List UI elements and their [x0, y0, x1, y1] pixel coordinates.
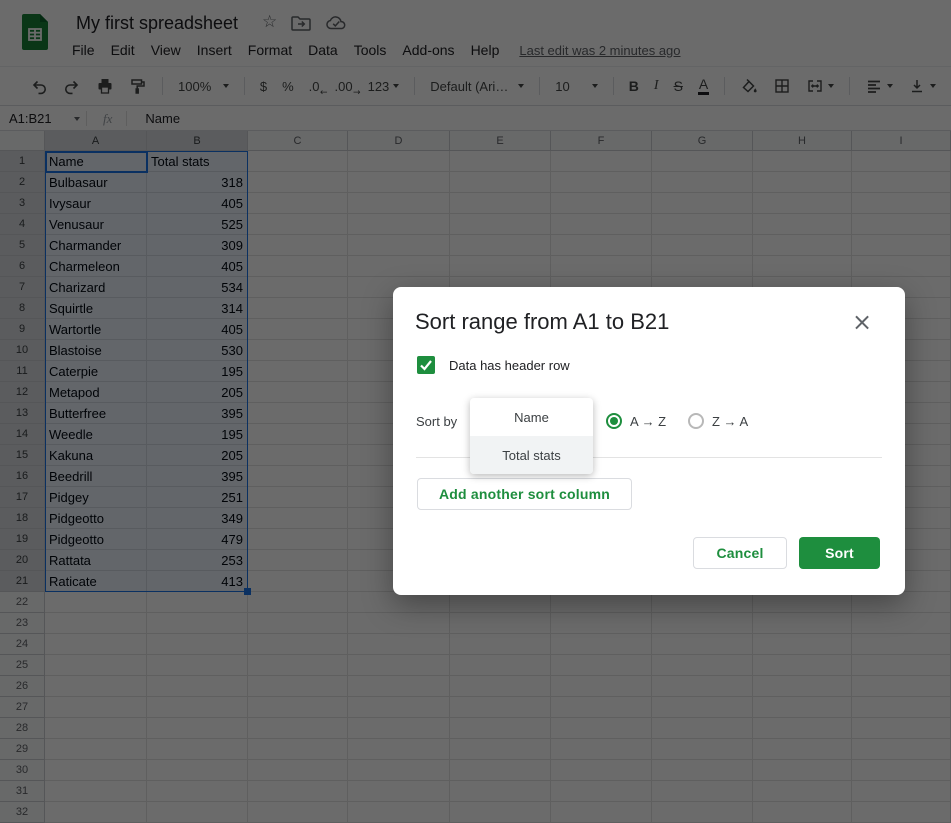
dropdown-option-total-stats[interactable]: Total stats [470, 436, 593, 474]
sort-by-label: Sort by [416, 414, 457, 429]
add-sort-column-button[interactable]: Add another sort column [417, 478, 632, 510]
header-row-checkbox-label: Data has header row [449, 358, 570, 373]
radio-descending-label: Z → A [712, 414, 748, 429]
dropdown-option-name[interactable]: Name [470, 398, 593, 436]
sort-column-dropdown: Name Total stats [470, 398, 593, 474]
header-row-checkbox[interactable] [417, 356, 435, 374]
cancel-button[interactable]: Cancel [693, 537, 787, 569]
radio-descending[interactable] [688, 413, 704, 429]
sort-range-dialog: Sort range from A1 to B21 × Data has hea… [393, 287, 905, 595]
radio-ascending-label: A → Z [630, 414, 666, 429]
close-icon[interactable]: × [848, 308, 876, 336]
radio-ascending[interactable] [606, 413, 622, 429]
dialog-title: Sort range from A1 to B21 [415, 309, 669, 335]
sort-button[interactable]: Sort [799, 537, 880, 569]
